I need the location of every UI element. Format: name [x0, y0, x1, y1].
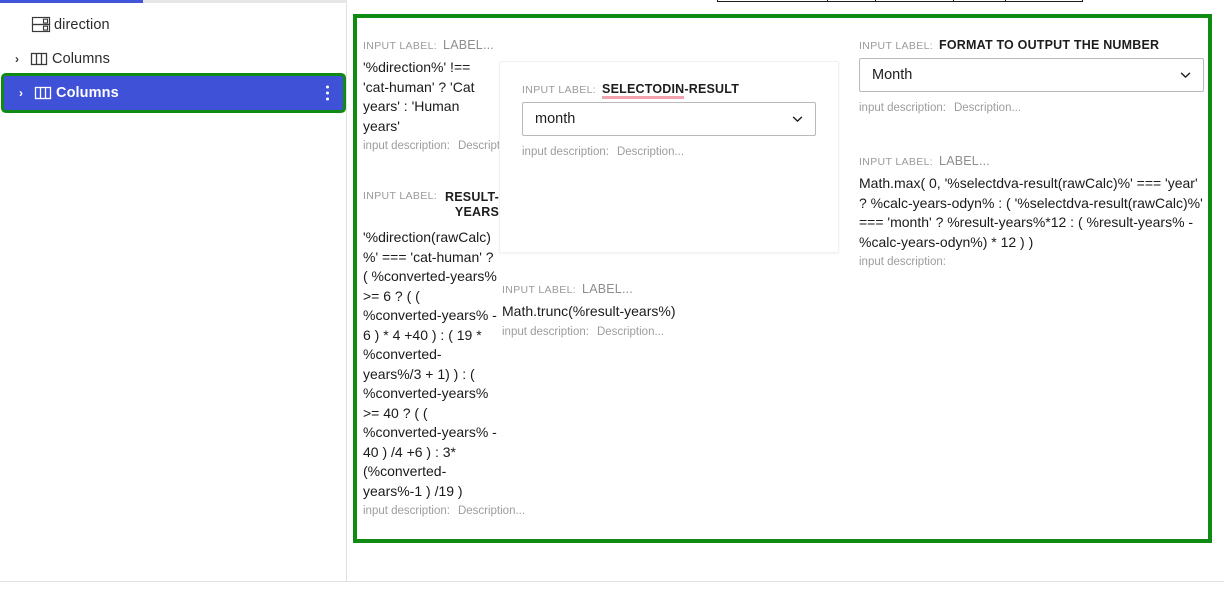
description-row: input description:	[859, 256, 1204, 268]
sidebar-item-label: Columns	[52, 51, 110, 67]
input-label-value-rest: -RESULT	[684, 82, 740, 96]
field-math-max: INPUT LABEL: LABEL... Math.max( 0, '%sel…	[859, 154, 1204, 268]
input-label-key: INPUT LABEL:	[859, 40, 934, 52]
description-key: input description:	[363, 505, 450, 517]
expression-text[interactable]: '%direction(rawCalc)%' === 'cat-human' ?…	[363, 228, 499, 501]
misspelled-word: SELECTODIN	[602, 82, 685, 99]
input-label-key: INPUT LABEL:	[522, 84, 597, 96]
chevron-down-icon[interactable]	[792, 114, 803, 125]
description-key: input description:	[859, 256, 946, 268]
selectodin-card: INPUT LABEL: SELECTODIN-RESULT month inp…	[499, 61, 839, 253]
toolbar-segment[interactable]	[827, 0, 875, 2]
input-label-value: SELECTODIN-RESULT	[602, 82, 740, 99]
expression-text[interactable]: '%direction%' !== 'cat-human' ? 'Cat yea…	[363, 58, 499, 136]
sidebar-item-direction[interactable]: direction	[0, 8, 347, 42]
sidebar-item-label: direction	[54, 17, 110, 33]
input-label-key: INPUT LABEL:	[859, 156, 934, 168]
input-label-value: FORMAT TO OUTPUT THE NUMBER	[939, 38, 1160, 52]
description-row: input description: Description...	[502, 326, 857, 338]
sidebar-item-columns-2-selected[interactable]: › Columns	[4, 76, 343, 110]
chevron-right-icon[interactable]: ›	[8, 53, 26, 65]
column-c: INPUT LABEL: FORMAT TO OUTPUT THE NUMBER…	[859, 38, 1204, 272]
input-label-value: LABEL...	[582, 282, 633, 296]
description-key: input description:	[522, 146, 609, 158]
field-label-row: INPUT LABEL: LABEL...	[502, 282, 857, 296]
description-key: input description:	[859, 102, 946, 114]
field-label-row: INPUT LABEL: LABEL...	[859, 154, 1204, 168]
expression-text[interactable]: Math.max( 0, '%selectdva-result(rawCalc)…	[859, 174, 1204, 252]
toolbar-cut-off[interactable]	[717, 0, 1083, 2]
expression-text[interactable]: Math.trunc(%result-years%)	[502, 302, 857, 322]
description-row: input description: Description...	[522, 146, 816, 158]
toolbar-segment[interactable]	[717, 0, 827, 2]
input-label-key: INPUT LABEL:	[502, 284, 577, 296]
description-value[interactable]: Description...	[954, 102, 1021, 114]
main-canvas: INPUT LABEL: LABEL... '%direction%' !== …	[347, 0, 1224, 582]
highlighted-region: INPUT LABEL: LABEL... '%direction%' !== …	[353, 14, 1212, 543]
kebab-icon[interactable]	[326, 85, 329, 101]
chevron-right-icon[interactable]: ›	[12, 87, 30, 99]
select-value: month	[535, 111, 576, 127]
input-label-value: RESULT-YEARS	[445, 190, 499, 219]
description-value[interactable]: Description...	[597, 326, 664, 338]
columns-icon	[26, 51, 52, 67]
field-math-trunc: INPUT LABEL: LABEL... Math.trunc(%result…	[502, 282, 857, 338]
description-value[interactable]: Description...	[458, 505, 525, 517]
input-label-value: LABEL...	[939, 154, 990, 168]
toolbar-segment[interactable]	[953, 0, 1005, 2]
chevron-down-icon[interactable]	[1180, 70, 1191, 81]
sidebar: direction › Columns › Columns	[0, 0, 347, 582]
sidebar-tab-strip	[0, 0, 347, 4]
field-direction-label: INPUT LABEL: LABEL... '%direction%' !== …	[363, 38, 525, 152]
active-tab-indicator[interactable]	[0, 0, 143, 3]
toolbar-segment[interactable]	[1005, 0, 1083, 2]
format-output-select[interactable]: Month	[859, 58, 1204, 92]
description-row: input description: Description...	[859, 102, 1204, 114]
description-key: input description:	[363, 140, 450, 152]
description-value[interactable]: Description...	[617, 146, 684, 158]
selectodin-result-select[interactable]: month	[522, 102, 816, 136]
field-label-row: INPUT LABEL: RESULT-YEARS	[363, 190, 499, 220]
description-row: input description: Description...	[363, 140, 525, 152]
columns-icon	[30, 85, 56, 101]
inactive-tab-track	[143, 0, 347, 3]
field-format-output: INPUT LABEL: FORMAT TO OUTPUT THE NUMBER…	[859, 38, 1204, 114]
toolbar-segment[interactable]	[875, 0, 953, 2]
sidebar-item-label: Columns	[56, 85, 119, 101]
app-root: direction › Columns › Columns INPUT LABE…	[0, 0, 1224, 600]
sidebar-tree: direction › Columns › Columns	[0, 8, 347, 110]
field-label-row: INPUT LABEL: FORMAT TO OUTPUT THE NUMBER	[859, 38, 1204, 52]
input-label-key: INPUT LABEL:	[363, 40, 438, 52]
input-label-value: LABEL...	[443, 38, 494, 52]
column-a: INPUT LABEL: LABEL... '%direction%' !== …	[363, 38, 525, 521]
field-label-row: INPUT LABEL: LABEL...	[363, 38, 499, 52]
selectodin-card-inner: INPUT LABEL: SELECTODIN-RESULT month inp…	[500, 62, 838, 178]
select-value: Month	[872, 67, 913, 83]
sidebar-item-columns-1[interactable]: › Columns	[0, 42, 347, 76]
input-label-key: INPUT LABEL:	[363, 190, 438, 202]
description-key: input description:	[502, 325, 589, 338]
field-label-row: INPUT LABEL: SELECTODIN-RESULT	[522, 82, 816, 99]
field-result-years: INPUT LABEL: RESULT-YEARS '%direction(ra…	[363, 190, 525, 517]
description-row: input description: Description...	[363, 505, 525, 517]
rows-icon	[28, 16, 54, 34]
